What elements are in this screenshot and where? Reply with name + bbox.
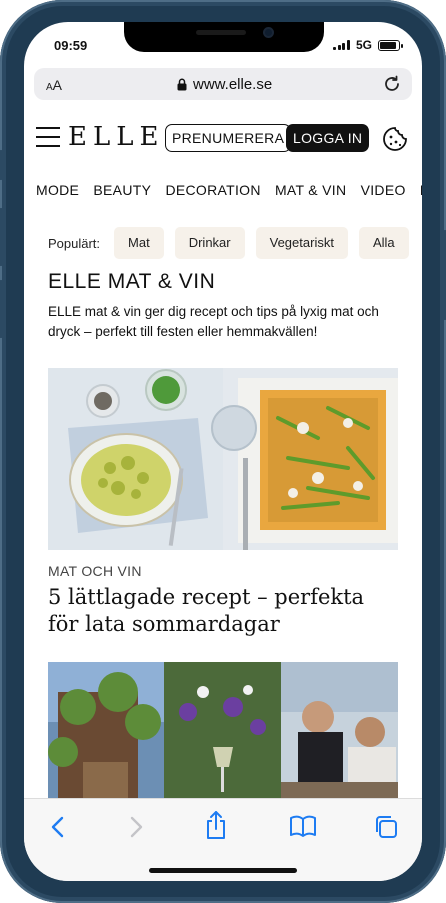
- site-header: ELLE PRENUMERERA LOGGA IN: [24, 118, 422, 158]
- address-bar[interactable]: AA www.elle.se: [34, 68, 412, 100]
- status-time: 09:59: [54, 38, 88, 53]
- menu-icon[interactable]: [36, 127, 60, 147]
- nav-item-beauty[interactable]: BEAUTY: [93, 182, 151, 198]
- login-button[interactable]: LOGGA IN: [286, 124, 370, 152]
- second-article-image[interactable]: [48, 662, 398, 802]
- mute-switch: [0, 150, 3, 180]
- nav-item-video[interactable]: VIDEO: [361, 182, 406, 198]
- share-icon[interactable]: [204, 810, 228, 845]
- url-display[interactable]: www.elle.se: [177, 76, 272, 93]
- status-indicators: 5G: [333, 38, 403, 52]
- section-description: ELLE mat & vin ger dig recept och tips p…: [48, 304, 379, 339]
- article-image[interactable]: [48, 368, 398, 550]
- chip-mat[interactable]: Mat: [114, 227, 164, 259]
- text-size-button[interactable]: AA: [46, 77, 62, 93]
- home-indicator[interactable]: [149, 868, 297, 873]
- lock-icon: [177, 78, 187, 91]
- section-title: ELLE MAT & VIN: [48, 270, 216, 293]
- chip-vegetariskt[interactable]: Vegetariskt: [255, 227, 348, 259]
- url-text: www.elle.se: [193, 76, 273, 93]
- volume-up-button: [0, 208, 3, 266]
- phone-frame: 09:59 5G AA www.elle.se ELLE PRENUMERERA…: [0, 0, 446, 903]
- chip-drinkar[interactable]: Drinkar: [174, 227, 245, 259]
- nav-item-more[interactable]: B: [420, 182, 422, 198]
- battery-icon: [378, 39, 403, 51]
- chevron-left-icon[interactable]: [48, 814, 68, 845]
- front-camera: [263, 27, 274, 38]
- chevron-right-icon[interactable]: [126, 814, 146, 845]
- tabs-icon[interactable]: [373, 814, 399, 845]
- speaker: [196, 30, 246, 35]
- article-category[interactable]: MAT OCH VIN: [48, 563, 142, 579]
- book-icon[interactable]: [289, 814, 317, 843]
- cookie-icon[interactable]: [382, 126, 408, 157]
- nav-item-mode[interactable]: MODE: [36, 182, 79, 198]
- subscribe-button[interactable]: PRENUMERERA: [165, 124, 292, 152]
- network-label: 5G: [355, 38, 372, 52]
- chip-alla[interactable]: Alla: [358, 227, 409, 259]
- signal-icon: [333, 40, 350, 50]
- notch: [124, 22, 324, 52]
- screen: 09:59 5G AA www.elle.se ELLE PRENUMERERA…: [24, 22, 422, 881]
- popular-label: Populärt:: [48, 235, 101, 251]
- article-headline[interactable]: 5 lättlagade recept – perfekta för lata …: [48, 584, 398, 638]
- category-nav: MODE BEAUTY DECORATION MAT & VIN VIDEO B: [36, 182, 422, 198]
- elle-logo[interactable]: ELLE: [68, 122, 165, 152]
- volume-down-button: [0, 280, 3, 338]
- nav-item-mat-vin[interactable]: MAT & VIN: [275, 182, 346, 198]
- popular-tags: Populärt: Mat Drinkar Vegetariskt Alla: [48, 226, 420, 260]
- nav-item-decoration[interactable]: DECORATION: [165, 182, 260, 198]
- reload-icon[interactable]: [382, 74, 402, 99]
